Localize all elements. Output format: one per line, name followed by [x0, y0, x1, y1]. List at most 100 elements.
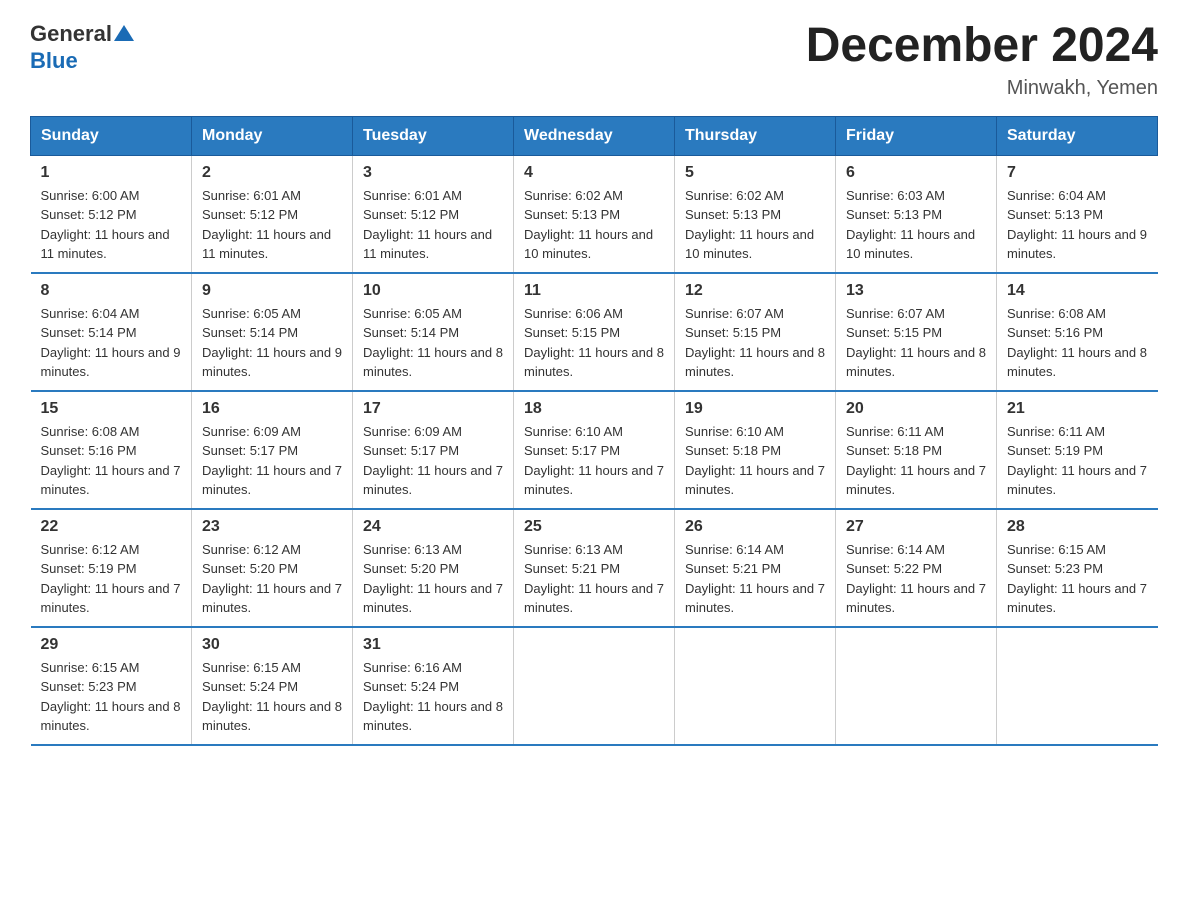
day-number: 19	[685, 400, 825, 418]
calendar-cell: 25 Sunrise: 6:13 AM Sunset: 5:21 PM Dayl…	[514, 509, 675, 627]
day-number: 30	[202, 636, 342, 654]
calendar-body: 1 Sunrise: 6:00 AM Sunset: 5:12 PM Dayli…	[31, 155, 1158, 745]
calendar-week-row: 15 Sunrise: 6:08 AM Sunset: 5:16 PM Dayl…	[31, 391, 1158, 509]
calendar-week-row: 22 Sunrise: 6:12 AM Sunset: 5:19 PM Dayl…	[31, 509, 1158, 627]
sunset-label: Sunset: 5:12 PM	[202, 207, 298, 222]
day-info: Sunrise: 6:12 AM Sunset: 5:19 PM Dayligh…	[41, 540, 182, 618]
sunrise-label: Sunrise: 6:08 AM	[1007, 306, 1106, 321]
day-info: Sunrise: 6:02 AM Sunset: 5:13 PM Dayligh…	[685, 186, 825, 264]
weekday-header-tuesday: Tuesday	[353, 116, 514, 155]
sunset-label: Sunset: 5:16 PM	[41, 443, 137, 458]
sunset-label: Sunset: 5:13 PM	[685, 207, 781, 222]
daylight-label: Daylight: 11 hours and 7 minutes.	[41, 581, 181, 616]
calendar-cell: 29 Sunrise: 6:15 AM Sunset: 5:23 PM Dayl…	[31, 627, 192, 745]
daylight-label: Daylight: 11 hours and 9 minutes.	[1007, 227, 1147, 262]
calendar-cell: 17 Sunrise: 6:09 AM Sunset: 5:17 PM Dayl…	[353, 391, 514, 509]
sunset-label: Sunset: 5:14 PM	[363, 325, 459, 340]
sunrise-label: Sunrise: 6:14 AM	[685, 542, 784, 557]
sunrise-label: Sunrise: 6:05 AM	[202, 306, 301, 321]
day-number: 27	[846, 518, 986, 536]
sunset-label: Sunset: 5:17 PM	[202, 443, 298, 458]
sunrise-label: Sunrise: 6:13 AM	[363, 542, 462, 557]
day-number: 18	[524, 400, 664, 418]
sunrise-label: Sunrise: 6:15 AM	[41, 660, 140, 675]
sunset-label: Sunset: 5:16 PM	[1007, 325, 1103, 340]
calendar-cell: 20 Sunrise: 6:11 AM Sunset: 5:18 PM Dayl…	[836, 391, 997, 509]
day-info: Sunrise: 6:15 AM Sunset: 5:24 PM Dayligh…	[202, 658, 342, 736]
weekday-header-saturday: Saturday	[997, 116, 1158, 155]
day-info: Sunrise: 6:16 AM Sunset: 5:24 PM Dayligh…	[363, 658, 503, 736]
weekday-header-friday: Friday	[836, 116, 997, 155]
logo-general-text: General	[30, 21, 112, 47]
sunset-label: Sunset: 5:23 PM	[1007, 561, 1103, 576]
day-number: 11	[524, 282, 664, 300]
daylight-label: Daylight: 11 hours and 7 minutes.	[363, 581, 503, 616]
daylight-label: Daylight: 11 hours and 7 minutes.	[685, 463, 825, 498]
sunrise-label: Sunrise: 6:13 AM	[524, 542, 623, 557]
day-info: Sunrise: 6:05 AM Sunset: 5:14 PM Dayligh…	[363, 304, 503, 382]
day-info: Sunrise: 6:07 AM Sunset: 5:15 PM Dayligh…	[685, 304, 825, 382]
calendar-week-row: 8 Sunrise: 6:04 AM Sunset: 5:14 PM Dayli…	[31, 273, 1158, 391]
sunrise-label: Sunrise: 6:06 AM	[524, 306, 623, 321]
calendar-week-row: 1 Sunrise: 6:00 AM Sunset: 5:12 PM Dayli…	[31, 155, 1158, 273]
daylight-label: Daylight: 11 hours and 8 minutes.	[363, 345, 503, 380]
daylight-label: Daylight: 11 hours and 8 minutes.	[41, 699, 181, 734]
sunrise-label: Sunrise: 6:14 AM	[846, 542, 945, 557]
daylight-label: Daylight: 11 hours and 10 minutes.	[685, 227, 814, 262]
month-title: December 2024	[806, 20, 1158, 73]
calendar-cell: 31 Sunrise: 6:16 AM Sunset: 5:24 PM Dayl…	[353, 627, 514, 745]
calendar-cell	[675, 627, 836, 745]
calendar-cell: 3 Sunrise: 6:01 AM Sunset: 5:12 PM Dayli…	[353, 155, 514, 273]
day-number: 15	[41, 400, 182, 418]
calendar-cell: 16 Sunrise: 6:09 AM Sunset: 5:17 PM Dayl…	[192, 391, 353, 509]
calendar-week-row: 29 Sunrise: 6:15 AM Sunset: 5:23 PM Dayl…	[31, 627, 1158, 745]
calendar-cell: 7 Sunrise: 6:04 AM Sunset: 5:13 PM Dayli…	[997, 155, 1158, 273]
day-info: Sunrise: 6:06 AM Sunset: 5:15 PM Dayligh…	[524, 304, 664, 382]
sunrise-label: Sunrise: 6:15 AM	[1007, 542, 1106, 557]
day-info: Sunrise: 6:15 AM Sunset: 5:23 PM Dayligh…	[41, 658, 182, 736]
sunrise-label: Sunrise: 6:08 AM	[41, 424, 140, 439]
calendar-cell: 10 Sunrise: 6:05 AM Sunset: 5:14 PM Dayl…	[353, 273, 514, 391]
calendar-cell: 2 Sunrise: 6:01 AM Sunset: 5:12 PM Dayli…	[192, 155, 353, 273]
day-number: 16	[202, 400, 342, 418]
calendar-header: SundayMondayTuesdayWednesdayThursdayFrid…	[31, 116, 1158, 155]
sunset-label: Sunset: 5:19 PM	[41, 561, 137, 576]
calendar-table: SundayMondayTuesdayWednesdayThursdayFrid…	[30, 116, 1158, 746]
daylight-label: Daylight: 11 hours and 11 minutes.	[363, 227, 492, 262]
day-number: 29	[41, 636, 182, 654]
sunset-label: Sunset: 5:13 PM	[846, 207, 942, 222]
sunrise-label: Sunrise: 6:03 AM	[846, 188, 945, 203]
sunrise-label: Sunrise: 6:07 AM	[846, 306, 945, 321]
logo-blue-text: Blue	[30, 48, 78, 73]
sunset-label: Sunset: 5:17 PM	[524, 443, 620, 458]
day-info: Sunrise: 6:03 AM Sunset: 5:13 PM Dayligh…	[846, 186, 986, 264]
day-number: 20	[846, 400, 986, 418]
sunrise-label: Sunrise: 6:11 AM	[1007, 424, 1105, 439]
day-number: 8	[41, 282, 182, 300]
day-number: 17	[363, 400, 503, 418]
sunset-label: Sunset: 5:19 PM	[1007, 443, 1103, 458]
day-info: Sunrise: 6:13 AM Sunset: 5:21 PM Dayligh…	[524, 540, 664, 618]
day-number: 9	[202, 282, 342, 300]
sunset-label: Sunset: 5:21 PM	[685, 561, 781, 576]
day-info: Sunrise: 6:13 AM Sunset: 5:20 PM Dayligh…	[363, 540, 503, 618]
calendar-cell: 28 Sunrise: 6:15 AM Sunset: 5:23 PM Dayl…	[997, 509, 1158, 627]
daylight-label: Daylight: 11 hours and 8 minutes.	[846, 345, 986, 380]
daylight-label: Daylight: 11 hours and 7 minutes.	[524, 463, 664, 498]
day-info: Sunrise: 6:14 AM Sunset: 5:21 PM Dayligh…	[685, 540, 825, 618]
sunrise-label: Sunrise: 6:09 AM	[202, 424, 301, 439]
calendar-cell: 11 Sunrise: 6:06 AM Sunset: 5:15 PM Dayl…	[514, 273, 675, 391]
weekday-header-sunday: Sunday	[31, 116, 192, 155]
sunrise-label: Sunrise: 6:02 AM	[524, 188, 623, 203]
day-number: 23	[202, 518, 342, 536]
day-info: Sunrise: 6:00 AM Sunset: 5:12 PM Dayligh…	[41, 186, 182, 264]
sunset-label: Sunset: 5:12 PM	[363, 207, 459, 222]
day-number: 1	[41, 164, 182, 182]
daylight-label: Daylight: 11 hours and 10 minutes.	[524, 227, 653, 262]
day-info: Sunrise: 6:12 AM Sunset: 5:20 PM Dayligh…	[202, 540, 342, 618]
sunrise-label: Sunrise: 6:10 AM	[685, 424, 784, 439]
daylight-label: Daylight: 11 hours and 10 minutes.	[846, 227, 975, 262]
sunrise-label: Sunrise: 6:04 AM	[1007, 188, 1106, 203]
day-number: 12	[685, 282, 825, 300]
daylight-label: Daylight: 11 hours and 7 minutes.	[202, 463, 342, 498]
